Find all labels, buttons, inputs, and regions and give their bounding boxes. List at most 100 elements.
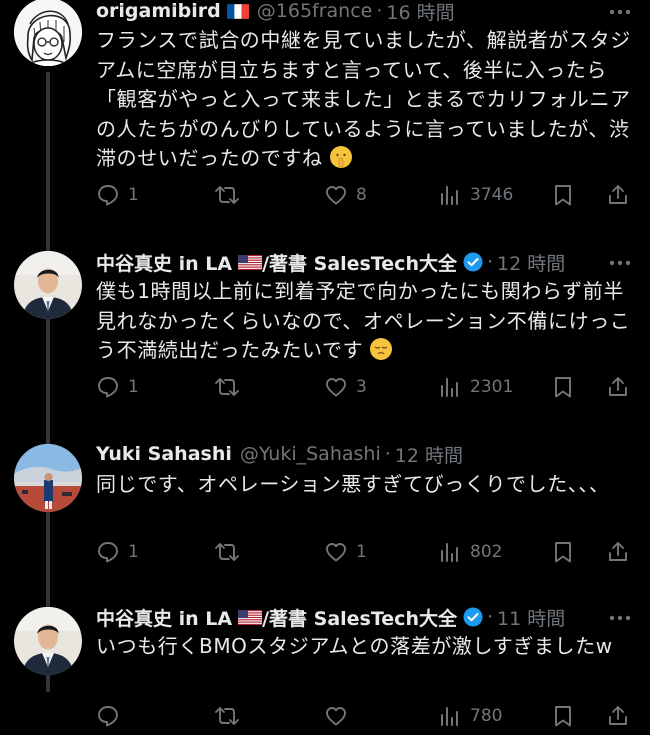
- like-button[interactable]: 3: [324, 370, 367, 404]
- share-button[interactable]: [606, 535, 630, 569]
- reply-button[interactable]: 1: [96, 535, 139, 569]
- separator-dot: ·: [376, 0, 383, 22]
- avatar-yuki-sahashi[interactable]: [14, 444, 82, 512]
- bookmark-button[interactable]: [552, 535, 574, 569]
- action-bar: 780: [96, 699, 636, 733]
- heart-icon: [326, 378, 346, 397]
- views-count: 780: [470, 706, 503, 726]
- more-options-icon[interactable]: [606, 608, 634, 628]
- views-chart-icon: [441, 378, 458, 397]
- views-button[interactable]: 780: [438, 699, 502, 733]
- tweet-3[interactable]: Yuki Sahashi @Yuki_Sahashi · 12 時間 同じです、…: [0, 436, 650, 586]
- bookmark-icon: [555, 542, 571, 563]
- verified-badge-icon: [463, 607, 483, 627]
- repost-button[interactable]: [214, 699, 248, 733]
- display-name-suffix[interactable]: /著書 SalesTech大全: [262, 604, 457, 631]
- heart-icon: [326, 543, 346, 562]
- bookmark-icon: [555, 377, 571, 398]
- action-bar: 1 1 802: [96, 535, 636, 569]
- verified-badge-icon: [463, 252, 483, 272]
- views-chart-icon: [441, 543, 458, 562]
- reply-icon: [98, 185, 118, 206]
- like-button[interactable]: 8: [324, 178, 367, 212]
- reply-icon: [98, 706, 118, 727]
- more-options-icon[interactable]: [606, 2, 634, 22]
- us-flag-icon: [238, 609, 263, 625]
- views-count: 3746: [470, 185, 514, 205]
- avatar-nakatani[interactable]: [14, 607, 82, 675]
- share-button[interactable]: [606, 699, 630, 733]
- tweet-text-content: 僕も1時間以上前に到着予定で向かったにも関わらず前半見れなかったくらいなので、オ…: [96, 279, 631, 362]
- reply-button[interactable]: 1: [96, 178, 139, 212]
- reply-count: 1: [128, 542, 139, 562]
- display-name[interactable]: 中谷真史 in LA: [96, 604, 232, 631]
- separator-dot: ·: [486, 251, 494, 273]
- repost-icon: [215, 543, 239, 561]
- repost-button[interactable]: [214, 178, 248, 212]
- timestamp[interactable]: 16 時間: [386, 0, 454, 25]
- more-options-icon[interactable]: [606, 253, 634, 273]
- views-count: 802: [470, 542, 503, 562]
- tweet-text: 同じです、オペレーション悪すぎてびっくりでした、、、: [96, 470, 632, 500]
- share-button[interactable]: [606, 178, 630, 212]
- display-name[interactable]: origamibird: [96, 0, 221, 22]
- timestamp[interactable]: 12 時間: [395, 441, 463, 468]
- repost-button[interactable]: [214, 370, 248, 404]
- repost-button[interactable]: [214, 535, 248, 569]
- bookmark-icon: [555, 185, 571, 206]
- action-bar: 1 3 2301: [96, 370, 636, 404]
- tweet-text-content: 同じです、オペレーション悪すぎてびっくりでした、、、: [96, 472, 610, 496]
- like-count: 3: [356, 377, 367, 397]
- tweet-2[interactable]: 中谷真史 in LA /著書 SalesTech大全 · 12 時間 僕も1時間…: [0, 244, 650, 414]
- tweet-text: フランスで試合の中継を見ていましたが、解説者がスタジアムに空席が目立ちますと言っ…: [96, 26, 632, 174]
- like-button[interactable]: [324, 699, 356, 733]
- views-chart-icon: [441, 186, 458, 205]
- tweet-4[interactable]: 中谷真史 in LA /著書 SalesTech大全 · 11 時間 いつも行く…: [0, 600, 650, 735]
- views-button[interactable]: 802: [438, 535, 502, 569]
- reply-icon: [98, 542, 118, 563]
- heart-icon: [326, 707, 346, 726]
- display-name[interactable]: 中谷真史 in LA: [96, 249, 232, 276]
- action-bar: 1 8 3746: [96, 178, 636, 212]
- shushing-face-emoji-icon: [329, 146, 352, 168]
- reply-count: 1: [128, 185, 139, 205]
- bookmark-button[interactable]: [552, 178, 574, 212]
- views-chart-icon: [441, 707, 458, 726]
- share-icon: [609, 542, 627, 561]
- tweet-text-content: いつも行くBMOスタジアムとの落差が激しすぎましたw: [96, 634, 613, 658]
- display-name-suffix[interactable]: /著書 SalesTech大全: [262, 249, 457, 276]
- heart-icon: [326, 186, 346, 205]
- views-count: 2301: [470, 377, 514, 397]
- display-name[interactable]: Yuki Sahashi: [96, 443, 232, 465]
- tweet-text-content: フランスで試合の中継を見ていましたが、解説者がスタジアムに空席が目立ちますと言っ…: [96, 28, 631, 170]
- tweet-1[interactable]: origamibird @165france · 16 時間 フランスで試合の中…: [0, 0, 650, 230]
- reply-button[interactable]: [96, 699, 128, 733]
- timestamp[interactable]: 12 時間: [497, 249, 565, 276]
- bookmark-icon: [555, 706, 571, 727]
- bookmark-button[interactable]: [552, 370, 574, 404]
- bookmark-button[interactable]: [552, 699, 574, 733]
- tweet-text: いつも行くBMOスタジアムとの落差が激しすぎましたw: [96, 632, 632, 662]
- views-button[interactable]: 2301: [438, 370, 513, 404]
- pensive-face-emoji-icon: [370, 338, 393, 360]
- repost-icon: [215, 707, 239, 725]
- avatar-nakatani[interactable]: [14, 251, 82, 319]
- reply-icon: [98, 377, 118, 398]
- share-button[interactable]: [606, 370, 630, 404]
- tweet-text: 僕も1時間以上前に到着予定で向かったにも関わらず前半見れなかったくらいなので、オ…: [96, 277, 632, 366]
- like-count: 8: [356, 185, 367, 205]
- share-icon: [609, 706, 627, 725]
- reply-button[interactable]: 1: [96, 370, 139, 404]
- views-button[interactable]: 3746: [438, 178, 513, 212]
- like-count: 1: [356, 542, 367, 562]
- share-icon: [609, 377, 627, 396]
- timestamp[interactable]: 11 時間: [497, 604, 565, 631]
- tweet-header: Yuki Sahashi @Yuki_Sahashi · 12 時間: [96, 437, 636, 471]
- user-handle[interactable]: @165france: [257, 0, 373, 22]
- like-button[interactable]: 1: [324, 535, 367, 569]
- avatar-origamibird[interactable]: [14, 0, 82, 66]
- repost-icon: [215, 186, 239, 204]
- user-handle[interactable]: @Yuki_Sahashi: [240, 443, 381, 465]
- tweet-header: origamibird @165france · 16 時間: [96, 0, 636, 28]
- repost-icon: [215, 378, 239, 396]
